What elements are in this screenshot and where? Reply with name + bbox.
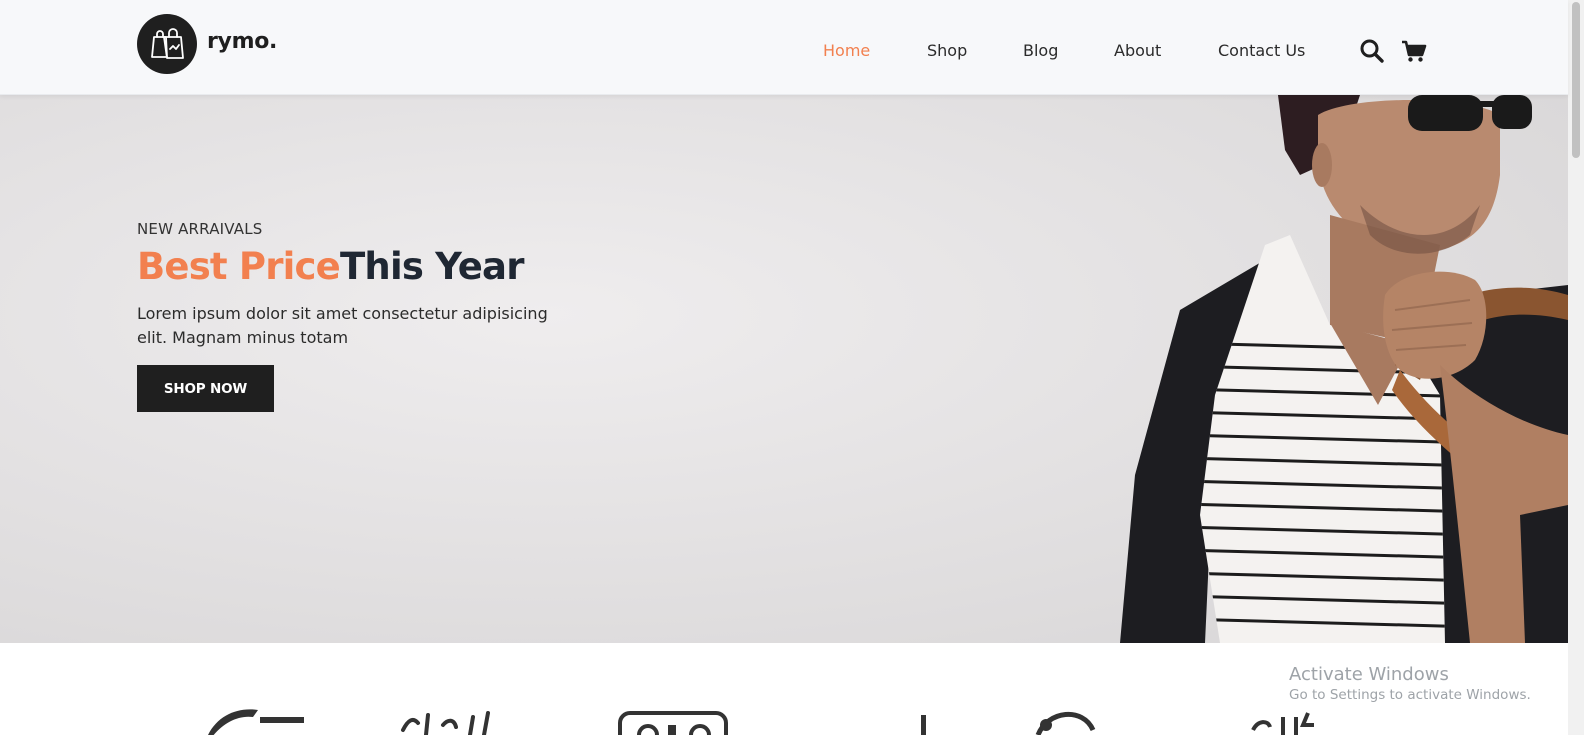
cart-icon[interactable] <box>1401 38 1427 64</box>
brand-logo-1 <box>208 709 304 735</box>
nav-blog[interactable]: Blog <box>1023 41 1058 60</box>
brand-logos-strip <box>0 643 1568 735</box>
hero-headline-rest: This Year <box>339 245 524 288</box>
hero-eyebrow: NEW ARRAIVALS <box>137 220 263 238</box>
brand-logo-4 <box>921 715 926 735</box>
shop-now-button[interactable]: SHOP NOW <box>137 365 274 412</box>
brand-logo-3 <box>618 711 728 735</box>
hero-headline-accent: Best Price <box>137 245 341 288</box>
scrollbar-thumb[interactable] <box>1572 2 1580 158</box>
search-icon[interactable] <box>1359 38 1385 64</box>
hero-banner: NEW ARRAIVALS Best PriceThis Year Lorem … <box>0 95 1568 643</box>
brand-logo-5 <box>1035 712 1096 735</box>
nav-about[interactable]: About <box>1114 41 1161 60</box>
brand-logo-6 <box>1251 712 1314 735</box>
hero-headline: Best PriceThis Year <box>137 245 524 288</box>
site-header: rymo. Home Shop Blog About Contact Us <box>0 0 1568 95</box>
nav-home[interactable]: Home <box>823 41 870 60</box>
page-scrollbar[interactable] <box>1568 0 1584 735</box>
main-nav: Home Shop Blog About Contact Us <box>0 41 1568 63</box>
nav-contact-us[interactable]: Contact Us <box>1218 41 1305 60</box>
nav-shop[interactable]: Shop <box>927 41 967 60</box>
hero-description: Lorem ipsum dolor sit amet consectetur a… <box>137 304 548 347</box>
brand-logo-2 <box>401 711 490 735</box>
